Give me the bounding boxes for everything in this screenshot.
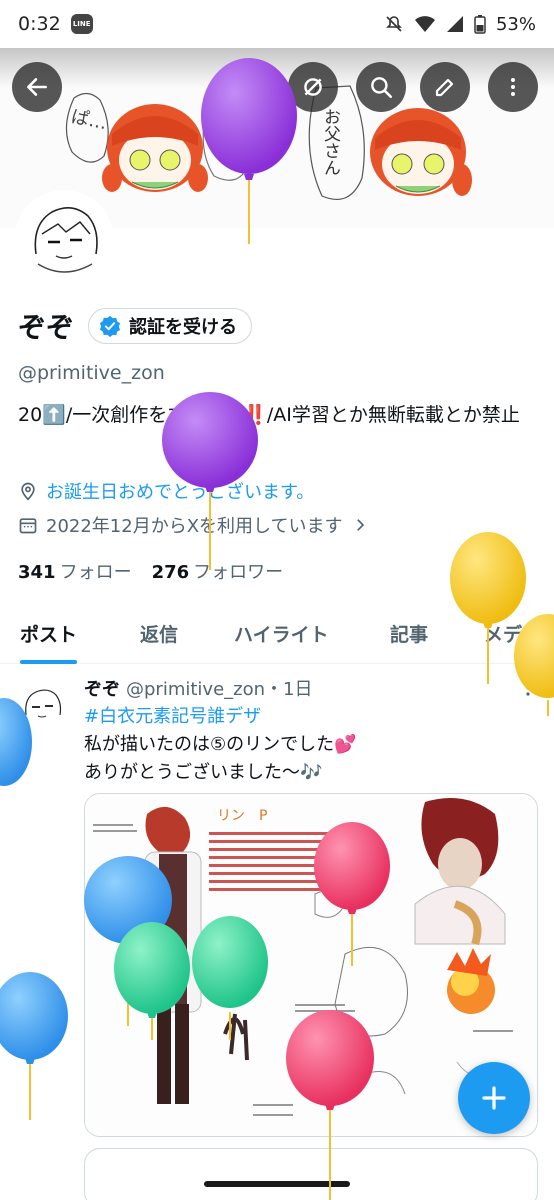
arrow-left-icon: [27, 78, 47, 96]
follow-stats: 341 フォロー 276 フォロワー: [18, 558, 283, 584]
tab-replies[interactable]: 返信: [140, 604, 178, 664]
signal-icon: [446, 16, 463, 32]
banner-text-right: お父さん: [320, 108, 341, 176]
edit-icon: [435, 78, 454, 97]
calendar-icon: [19, 518, 37, 534]
post-hashtag[interactable]: #白衣元素記号誰デザ: [84, 703, 357, 731]
plus-icon: [482, 1086, 506, 1110]
verified-badge-icon: [99, 315, 121, 337]
post-line-1: 私が描いたのは⑤のリンでした💕: [84, 734, 357, 755]
grok-button[interactable]: [288, 62, 338, 112]
compose-post-button[interactable]: [458, 1062, 530, 1134]
profile-handle: @primitive_zon: [18, 362, 165, 384]
status-right: 53%: [384, 14, 536, 35]
profile-link-text[interactable]: お誕生日おめでとうございます。: [46, 478, 314, 504]
search-button[interactable]: [356, 62, 406, 112]
post-more-button[interactable]: [520, 679, 536, 702]
back-button[interactable]: [12, 62, 62, 112]
followers-count: 276: [151, 562, 190, 583]
profile-bio: 20⬆️/一次創作をするぞ～‼️/AI学習とか無断転載とか禁止: [18, 404, 520, 426]
post-line-2: ありがとうございました～🎶: [84, 762, 323, 783]
get-verified-button[interactable]: 認証を受ける: [88, 308, 253, 344]
tab-articles[interactable]: 記事: [390, 604, 428, 664]
grok-icon: [304, 78, 322, 96]
post-avatar[interactable]: [18, 683, 66, 731]
name-row: ぞぞ 認証を受ける: [18, 306, 253, 346]
mute-icon: [386, 16, 402, 32]
battery-icon: [474, 15, 486, 34]
more-vertical-icon: [526, 680, 530, 696]
post-author-name[interactable]: ぞぞ: [84, 679, 120, 700]
joined-text: 2022年12月からXを利用しています: [46, 516, 343, 537]
tab-highlights[interactable]: ハイライト: [234, 604, 329, 664]
get-verified-label: 認証を受ける: [129, 317, 238, 338]
tab-posts[interactable]: ポスト: [20, 604, 78, 664]
status-bar: 0:32 LINE 53%: [0, 0, 554, 48]
edit-button[interactable]: [420, 62, 470, 112]
next-post-media-peek[interactable]: [84, 1148, 538, 1200]
post-text: #白衣元素記号誰デザ 私が描いたのは⑤のリンでした💕 ありがとうございました～🎶: [84, 703, 357, 787]
banner-text-mid: ぱ…: [222, 119, 249, 158]
battery-percent: 53%: [495, 13, 536, 35]
banner-text-left: ぱ…: [69, 106, 109, 134]
following-link[interactable]: 341 フォロー: [18, 558, 132, 584]
post-header: ぞぞ @primitive_zon・1日: [84, 675, 312, 701]
tab-media[interactable]: メディア: [484, 604, 554, 664]
media-title: リン P: [217, 808, 267, 824]
banner-shade: [0, 48, 554, 88]
search-icon: [371, 77, 393, 99]
chevron-right-icon: [356, 519, 364, 531]
following-count: 341: [18, 562, 56, 583]
more-button[interactable]: [488, 62, 538, 112]
following-label: フォロー: [59, 562, 132, 583]
joined-row[interactable]: 2022年12月からXを利用しています: [18, 512, 369, 538]
profile-avatar[interactable]: [14, 190, 114, 290]
line-notification-icon: LINE: [70, 14, 93, 34]
more-vertical-icon: [511, 78, 515, 96]
wifi-icon: [414, 16, 435, 32]
status-time: 0:32: [18, 13, 61, 35]
followers-label: フォロワー: [193, 562, 284, 583]
post-handle-time: @primitive_zon・1日: [126, 679, 313, 700]
followers-link[interactable]: 276 フォロワー: [152, 558, 284, 584]
avatar-sketch: [34, 207, 98, 273]
post-avatar-sketch: [25, 689, 62, 718]
display-name: ぞぞ: [18, 311, 75, 344]
profile-tabs: ポスト 返信 ハイライト 記事 メディア: [0, 604, 554, 664]
profile-link-row[interactable]: お誕生日おめでとうございます。: [18, 478, 314, 504]
location-pin-icon: [21, 482, 35, 501]
gesture-bar: [204, 1181, 350, 1187]
